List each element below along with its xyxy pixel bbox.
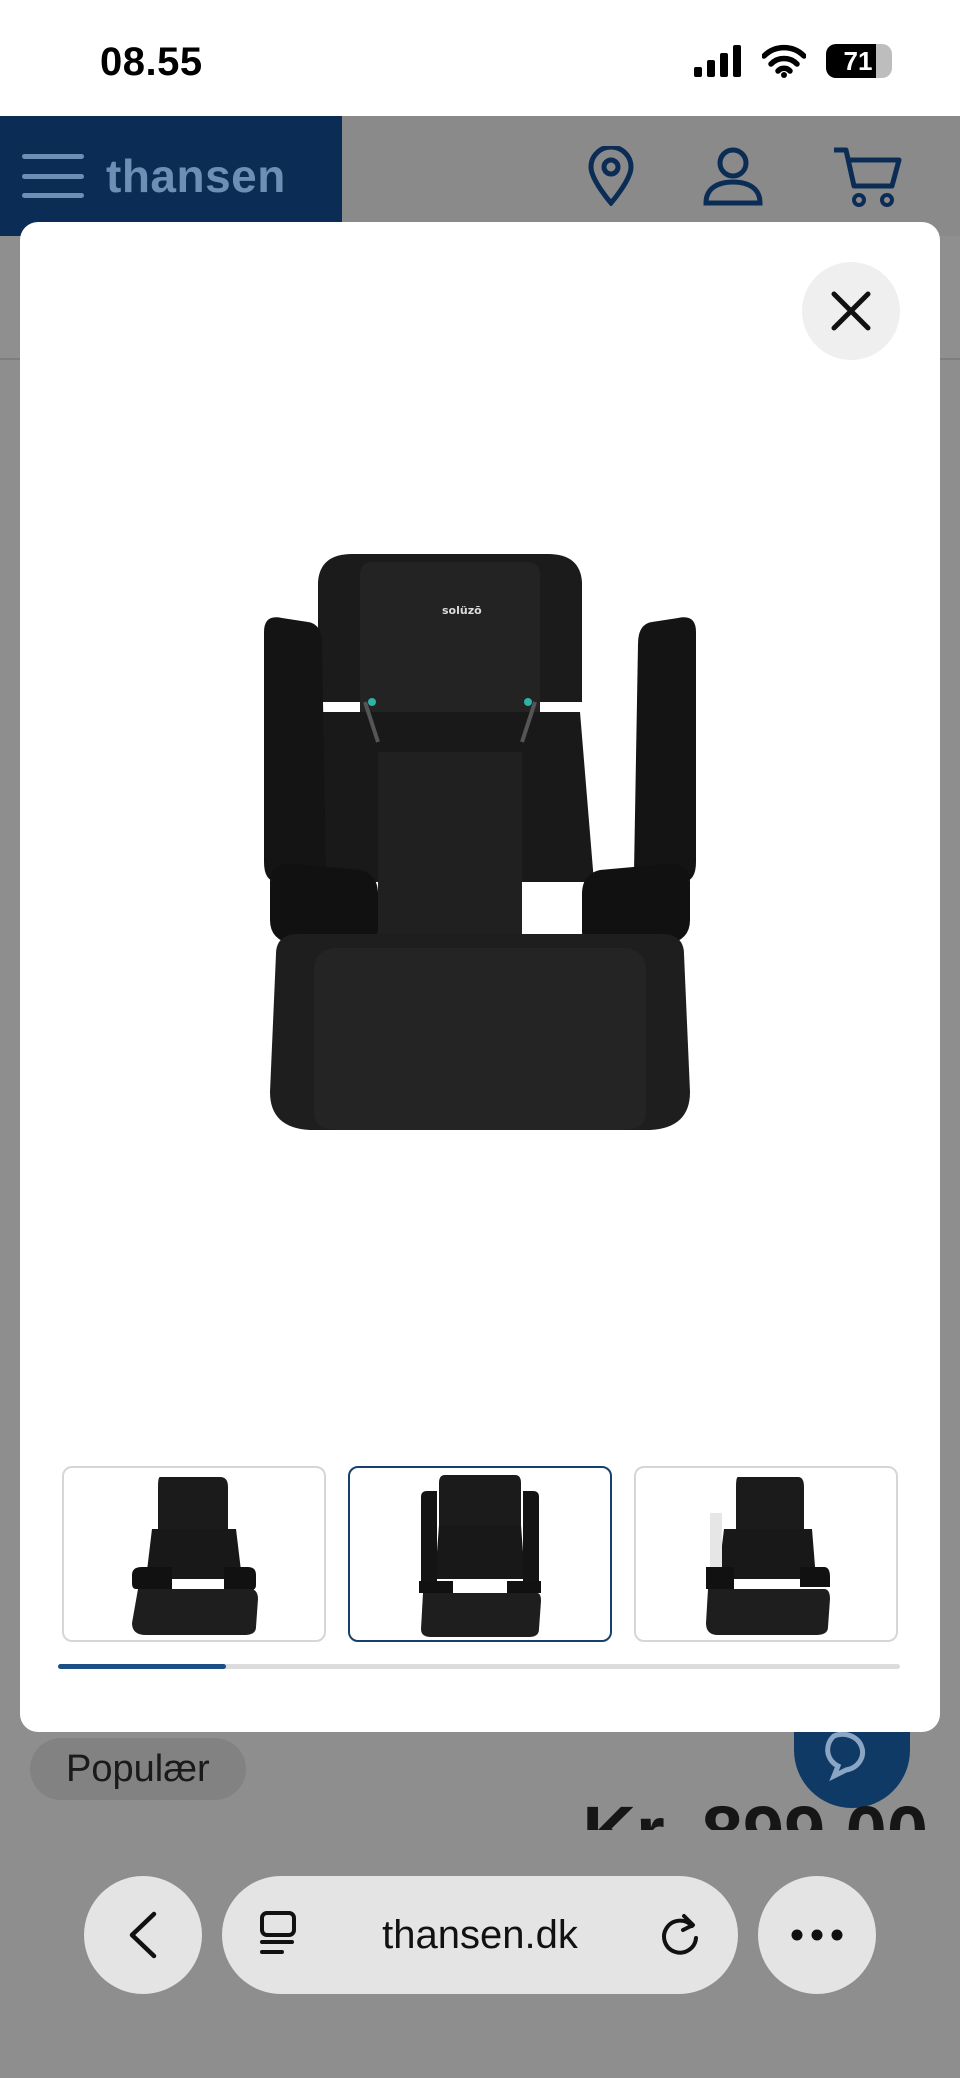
status-bar: 08.55 71 — [0, 0, 960, 116]
site-header: thansen — [0, 116, 960, 236]
popular-badge: Populær — [30, 1738, 246, 1800]
thumbnail-strip — [62, 1466, 898, 1642]
back-icon — [129, 1911, 157, 1959]
back-button[interactable] — [84, 1876, 202, 1994]
close-button[interactable] — [802, 262, 900, 360]
logo-block: thansen — [0, 116, 342, 236]
thumbnail-3[interactable] — [634, 1466, 898, 1642]
product-main-image: solüzō — [264, 554, 696, 1130]
gallery-scroll-track — [58, 1664, 900, 1669]
product-price: Kr. 899,00 — [582, 1790, 928, 1831]
location-pin-icon[interactable] — [586, 146, 636, 206]
thumbnail-image-1 — [132, 1477, 258, 1635]
status-time: 08.55 — [100, 40, 203, 84]
cart-icon[interactable] — [832, 146, 902, 208]
gallery-scroll-indicator — [58, 1664, 227, 1669]
seat-brand-mark: solüzō — [442, 604, 482, 617]
browser-toolbar: thansen.dk — [0, 1860, 960, 2078]
close-icon — [831, 291, 871, 331]
image-gallery-modal: solüzō — [20, 222, 940, 1732]
thumbnail-image-3 — [706, 1477, 830, 1635]
menu-icon[interactable] — [22, 154, 84, 198]
account-icon[interactable] — [702, 146, 764, 206]
address-bar[interactable]: thansen.dk — [222, 1876, 738, 1994]
battery-icon: 71 — [826, 44, 892, 78]
thumbnail-image-2 — [419, 1475, 541, 1637]
thumbnail-2[interactable] — [348, 1466, 612, 1642]
site-logo[interactable]: thansen — [106, 149, 286, 203]
battery-level: 71 — [843, 45, 873, 76]
status-icons: 71 — [694, 44, 892, 78]
wifi-icon — [762, 44, 806, 78]
more-button[interactable] — [758, 1876, 876, 1994]
reload-icon[interactable] — [658, 1912, 702, 1956]
more-icon — [791, 1929, 843, 1941]
price-text: Kr. 899,00 — [582, 1796, 928, 1831]
thumbnail-1[interactable] — [62, 1466, 326, 1642]
cellular-signal-icon — [694, 45, 741, 77]
